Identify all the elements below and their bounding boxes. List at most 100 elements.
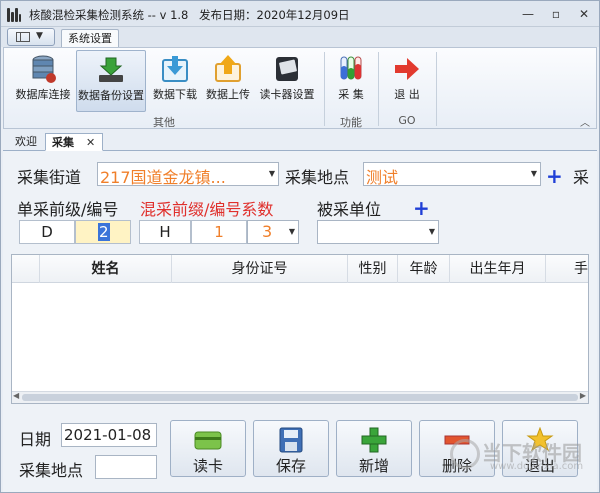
unit-select[interactable]: ▼ xyxy=(317,220,439,244)
release-date: 发布日期：2020年12月09日 xyxy=(199,8,350,22)
tab-welcome[interactable]: 欢迎 xyxy=(9,133,43,151)
exit-ribbon-button[interactable]: 退 出 xyxy=(384,50,430,112)
location-value: 测试 xyxy=(366,168,399,187)
ribbon-collapse-icon[interactable]: ︿ xyxy=(580,114,590,129)
mixed-prefix-input[interactable]: H xyxy=(139,220,191,244)
database-connect-label: 数据库连接 xyxy=(15,88,71,101)
ribbon-tab-bar: ▼ 系统设置 xyxy=(1,27,599,48)
close-button[interactable]: ✕ xyxy=(573,5,595,23)
scroll-right-icon[interactable]: ▶ xyxy=(580,391,586,400)
location-select[interactable]: 测试 ▼ xyxy=(363,162,541,187)
add-new-button[interactable]: 新增 xyxy=(336,420,412,477)
minimize-button[interactable]: — xyxy=(517,5,539,23)
app-window: 核酸混检采集检测系统 -- v 1.8 发布日期：2020年12月09日 — ▫… xyxy=(0,0,600,493)
floppy-disk-icon xyxy=(279,427,303,453)
street-select[interactable]: 217国道金龙镇... ▼ xyxy=(97,162,279,187)
single-prefix-input[interactable]: D xyxy=(19,220,75,244)
quick-access-menu-button[interactable]: ▼ xyxy=(7,28,55,46)
read-card-button[interactable]: 读卡 xyxy=(170,420,246,477)
single-prefix-label: 单采前级/编号 xyxy=(17,200,119,219)
date-input[interactable]: 2021-01-08 xyxy=(61,423,157,447)
upload-icon xyxy=(215,55,241,82)
mixed-factor-value: 3 xyxy=(262,222,273,241)
records-table[interactable]: 姓名 身份证号 性别 年龄 出生年月 手 ◀ ▶ xyxy=(11,254,589,404)
tab-collect-label: 采集 xyxy=(52,136,74,149)
watermark-url: www.downxia.com xyxy=(490,461,584,472)
save-button[interactable]: 保存 xyxy=(253,420,329,477)
ribbon-group-separator xyxy=(436,52,437,126)
chevron-down-icon: ▼ xyxy=(428,227,435,236)
data-backup-settings-button[interactable]: 数据备份设置 xyxy=(76,50,146,112)
save-label: 保存 xyxy=(275,457,306,475)
tab-welcome-label: 欢迎 xyxy=(15,135,37,148)
window-title: 核酸混检采集检测系统 -- v 1.8 xyxy=(29,8,189,22)
test-tubes-icon xyxy=(340,56,362,80)
chevron-down-icon: ▼ xyxy=(288,227,295,236)
ribbon-group-label-function: 功能 xyxy=(340,116,362,129)
card-reader-settings-label: 读卡器设置 xyxy=(259,88,315,101)
add-location-button[interactable]: + xyxy=(546,166,563,186)
ribbon-group-separator xyxy=(324,52,325,126)
data-download-button[interactable]: 数据下载 xyxy=(150,50,200,112)
data-download-label: 数据下载 xyxy=(153,88,197,101)
chevron-down-icon: ▼ xyxy=(530,169,537,178)
horizontal-scrollbar[interactable]: ◀ ▶ xyxy=(12,391,588,403)
chevron-down-icon: ▼ xyxy=(36,31,43,41)
barcode-icon xyxy=(7,6,21,22)
ribbon-group-separator xyxy=(378,52,379,126)
column-header-id-number[interactable]: 身份证号 xyxy=(172,255,348,283)
add-new-label: 新增 xyxy=(358,457,389,475)
row1-tail-label: 采 xyxy=(573,168,590,187)
tab-collect[interactable]: 采集 ✕ xyxy=(45,133,103,151)
read-card-label: 读卡 xyxy=(192,457,223,475)
download-icon xyxy=(162,56,188,82)
data-upload-button[interactable]: 数据上传 xyxy=(202,50,254,112)
download-backup-icon xyxy=(99,57,123,82)
card-reader-icon xyxy=(276,57,298,81)
scroll-left-icon[interactable]: ◀ xyxy=(13,391,19,400)
column-header-gender[interactable]: 性别 xyxy=(348,255,398,283)
tab-system-settings[interactable]: 系统设置 xyxy=(61,29,119,48)
card-icon xyxy=(194,431,222,450)
chevron-down-icon: ▼ xyxy=(268,169,275,178)
scrollbar-thumb[interactable] xyxy=(22,394,578,401)
mixed-factor-select[interactable]: 3 ▼ xyxy=(247,220,299,244)
close-tab-icon[interactable]: ✕ xyxy=(86,134,95,151)
street-value: 217国道金龙镇... xyxy=(100,168,226,187)
column-header-birth[interactable]: 出生年月 xyxy=(450,255,546,283)
title-bar: 核酸混检采集检测系统 -- v 1.8 发布日期：2020年12月09日 — ▫… xyxy=(1,1,599,27)
table-header: 姓名 身份证号 性别 年龄 出生年月 手 xyxy=(12,255,588,283)
document-tab-bar: 欢迎 采集 ✕ xyxy=(3,131,597,151)
column-header-phone[interactable]: 手 xyxy=(546,255,588,283)
exit-label: 退 出 xyxy=(394,88,420,101)
exit-arrow-icon xyxy=(395,58,419,80)
database-icon xyxy=(32,55,56,83)
watermark-circle-icon xyxy=(450,439,480,469)
location-label: 采集地点 xyxy=(285,168,350,187)
maximize-button[interactable]: ▫ xyxy=(545,5,567,23)
column-header-selector[interactable] xyxy=(12,255,40,283)
street-label: 采集街道 xyxy=(17,168,82,187)
ribbon-group-label-other: 其他 xyxy=(153,116,175,129)
data-backup-settings-label: 数据备份设置 xyxy=(78,89,144,102)
column-header-age[interactable]: 年龄 xyxy=(398,255,450,283)
data-upload-label: 数据上传 xyxy=(206,88,250,101)
single-number-input[interactable]: 2 xyxy=(75,220,131,244)
mixed-number-input[interactable]: 1 xyxy=(191,220,247,244)
add-unit-button[interactable]: + xyxy=(413,198,430,218)
unit-label: 被采单位 xyxy=(317,200,382,219)
bottom-location-label: 采集地点 xyxy=(19,461,84,480)
card-reader-settings-button[interactable]: 读卡器设置 xyxy=(256,50,318,112)
collect-label: 采 集 xyxy=(338,88,364,101)
mixed-prefix-label: 混采前缀/编号系数 xyxy=(140,200,274,219)
bottom-location-input[interactable] xyxy=(95,455,157,479)
single-number-value: 2 xyxy=(98,223,110,241)
ribbon-panel: 数据库连接 数据备份设置 数据下载 数据上传 读卡器设置 其他 采 集 功能 退… xyxy=(3,47,597,129)
date-label: 日期 xyxy=(19,430,52,449)
window-layout-icon xyxy=(16,32,30,42)
plus-icon xyxy=(361,427,387,453)
collect-button[interactable]: 采 集 xyxy=(330,50,372,112)
column-header-name[interactable]: 姓名 xyxy=(40,255,172,283)
database-connect-button[interactable]: 数据库连接 xyxy=(10,50,76,112)
ribbon-group-label-go: GO xyxy=(398,114,416,127)
